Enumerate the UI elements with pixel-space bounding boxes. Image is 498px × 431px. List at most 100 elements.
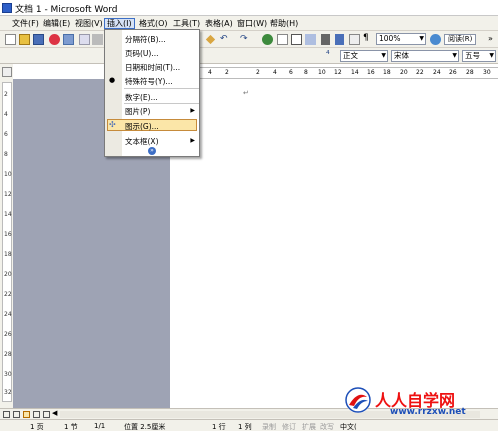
hruler-number: 20 <box>400 69 408 76</box>
reading-view-icon[interactable] <box>43 411 50 418</box>
vruler-number: 32 <box>4 389 12 396</box>
insert-table-icon[interactable] <box>291 34 302 45</box>
hruler-number: 8 <box>304 69 308 76</box>
insert-excel-icon[interactable] <box>305 34 316 45</box>
styles-pane-icon[interactable]: ⁴ <box>326 50 330 60</box>
menu-item-picture[interactable]: 图片(P) <box>125 106 150 117</box>
print-preview-icon[interactable] <box>79 34 90 45</box>
read-button-label: 阅读(R) <box>448 35 473 43</box>
font-value: 宋体 <box>394 51 409 60</box>
menu-edit[interactable]: 编辑(E) <box>41 18 72 29</box>
menu-insert[interactable]: 插入(I) <box>104 18 135 29</box>
columns-icon[interactable] <box>321 34 330 45</box>
document-map-icon[interactable] <box>349 34 360 45</box>
toolbar-options-icon[interactable]: » <box>488 34 493 43</box>
spelling-icon[interactable] <box>92 34 103 45</box>
zoom-select[interactable]: 100% ▼ <box>376 33 426 45</box>
status-ovr[interactable]: 改写 <box>320 422 334 431</box>
word-app-icon <box>2 3 12 13</box>
vruler-number: 10 <box>4 171 12 178</box>
menu-view[interactable]: 视图(V) <box>73 18 105 29</box>
drawing-icon[interactable] <box>335 34 344 45</box>
font-select[interactable]: 宋体 ▼ <box>391 50 459 62</box>
standard-toolbar: ↶ ↷ ¶ 100% ▼ 阅读(R) » <box>0 31 498 48</box>
hruler-number: 16 <box>367 69 375 76</box>
status-rec[interactable]: 录制 <box>262 422 276 431</box>
expand-menu-icon[interactable]: » <box>148 147 156 155</box>
hruler-number: 2 <box>256 69 260 76</box>
print-layout-icon[interactable] <box>23 411 30 418</box>
status-page: 1 页 <box>30 423 44 431</box>
open-folder-icon[interactable] <box>19 34 30 45</box>
status-language: 中文( <box>340 423 357 431</box>
menu-separator <box>124 88 199 89</box>
web-view-icon[interactable] <box>13 411 20 418</box>
status-position: 位置 2.5厘米 <box>124 423 166 431</box>
menu-item-special-symbols[interactable]: 特殊符号(Y)... <box>125 76 173 87</box>
status-bar: 1 页 1 节 1/1 位置 2.5厘米 1 行 1 列 录制 修订 扩展 改写… <box>0 419 498 431</box>
submenu-arrow-icon: ▶ <box>190 107 195 114</box>
status-section: 1 节 <box>64 423 78 431</box>
tables-borders-icon[interactable] <box>277 34 288 45</box>
formatting-toolbar: ⁴ 正文 ▼ 宋体 ▼ 五号 ▼ <box>0 48 498 64</box>
vruler-number: 14 <box>4 211 12 218</box>
hruler-number: 28 <box>466 69 474 76</box>
vruler-number: 2 <box>4 91 8 98</box>
undo-icon[interactable]: ↶ <box>220 34 228 44</box>
watermark-logo <box>345 387 371 413</box>
vruler-number: 6 <box>4 131 8 138</box>
hruler-number: 30 <box>483 69 491 76</box>
menu-window[interactable]: 窗口(W) <box>235 18 269 29</box>
permission-icon[interactable] <box>49 34 60 45</box>
menu-help[interactable]: 帮助(H) <box>268 18 300 29</box>
watermark-url: www.rrzxw.net <box>390 407 466 417</box>
menu-item-diagram[interactable]: 图示(G)... <box>125 121 159 132</box>
font-size-value: 五号 <box>465 51 480 60</box>
status-ext[interactable]: 扩展 <box>302 422 316 431</box>
font-size-select[interactable]: 五号 ▼ <box>462 50 496 62</box>
symbol-bullet-icon: ● <box>109 76 116 84</box>
outline-view-icon[interactable] <box>33 411 40 418</box>
menu-item-number[interactable]: 数字(E)... <box>125 92 158 103</box>
show-hide-icon[interactable]: ¶ <box>363 33 369 43</box>
hruler-number: 6 <box>289 69 293 76</box>
hyperlink-icon[interactable] <box>262 34 273 45</box>
menu-item-date-time[interactable]: 日期和时间(T)... <box>125 62 180 73</box>
hruler-number: 26 <box>449 69 457 76</box>
status-trk[interactable]: 修订 <box>282 422 296 431</box>
help-icon[interactable] <box>430 34 441 45</box>
menu-item-break[interactable]: 分隔符(B)... <box>125 34 166 45</box>
read-button[interactable]: 阅读(R) <box>444 34 477 45</box>
vruler-number: 4 <box>4 111 8 118</box>
hruler-number: 14 <box>351 69 359 76</box>
normal-view-icon[interactable] <box>3 411 10 418</box>
hruler-number: 22 <box>416 69 424 76</box>
menu-file[interactable]: 文件(F) <box>10 18 41 29</box>
menu-bar: 文件(F) 编辑(E) 视图(V) 插入(I) 格式(O) 工具(T) 表格(A… <box>0 16 498 31</box>
menu-separator <box>124 103 199 104</box>
menu-format[interactable]: 格式(O) <box>137 18 170 29</box>
menu-item-page-numbers[interactable]: 页码(U)... <box>125 48 159 59</box>
paragraph-mark-icon: ↵ <box>243 89 249 97</box>
print-icon[interactable] <box>63 34 74 45</box>
redo-icon[interactable]: ↷ <box>240 34 248 44</box>
document-page[interactable] <box>170 79 498 408</box>
window-title: 文档 1 - Microsoft Word <box>15 5 118 15</box>
hruler-number: 4 <box>208 69 212 76</box>
menu-tools[interactable]: 工具(T) <box>171 18 202 29</box>
menu-item-text-box[interactable]: 文本框(X) <box>125 136 159 147</box>
hruler-number: 12 <box>334 69 342 76</box>
menu-table[interactable]: 表格(A) <box>203 18 235 29</box>
title-bar: 文档 1 - Microsoft Word <box>0 0 498 16</box>
chevron-down-icon: ▼ <box>489 52 494 59</box>
new-document-icon[interactable] <box>5 34 16 45</box>
scroll-left-icon[interactable]: ◀ <box>52 409 57 417</box>
vruler-number: 22 <box>4 291 12 298</box>
vruler-number: 28 <box>4 351 12 358</box>
horizontal-ruler[interactable]: 4 2 2 4 6 8 10 12 14 16 18 20 22 24 26 2… <box>170 67 498 79</box>
save-icon[interactable] <box>33 34 44 45</box>
style-select[interactable]: 正文 ▼ <box>340 50 388 62</box>
tab-selector[interactable] <box>2 67 12 77</box>
vertical-ruler[interactable]: 2 4 6 8 10 12 14 16 18 20 22 24 26 28 30… <box>2 82 12 402</box>
format-painter-icon[interactable] <box>205 34 216 45</box>
